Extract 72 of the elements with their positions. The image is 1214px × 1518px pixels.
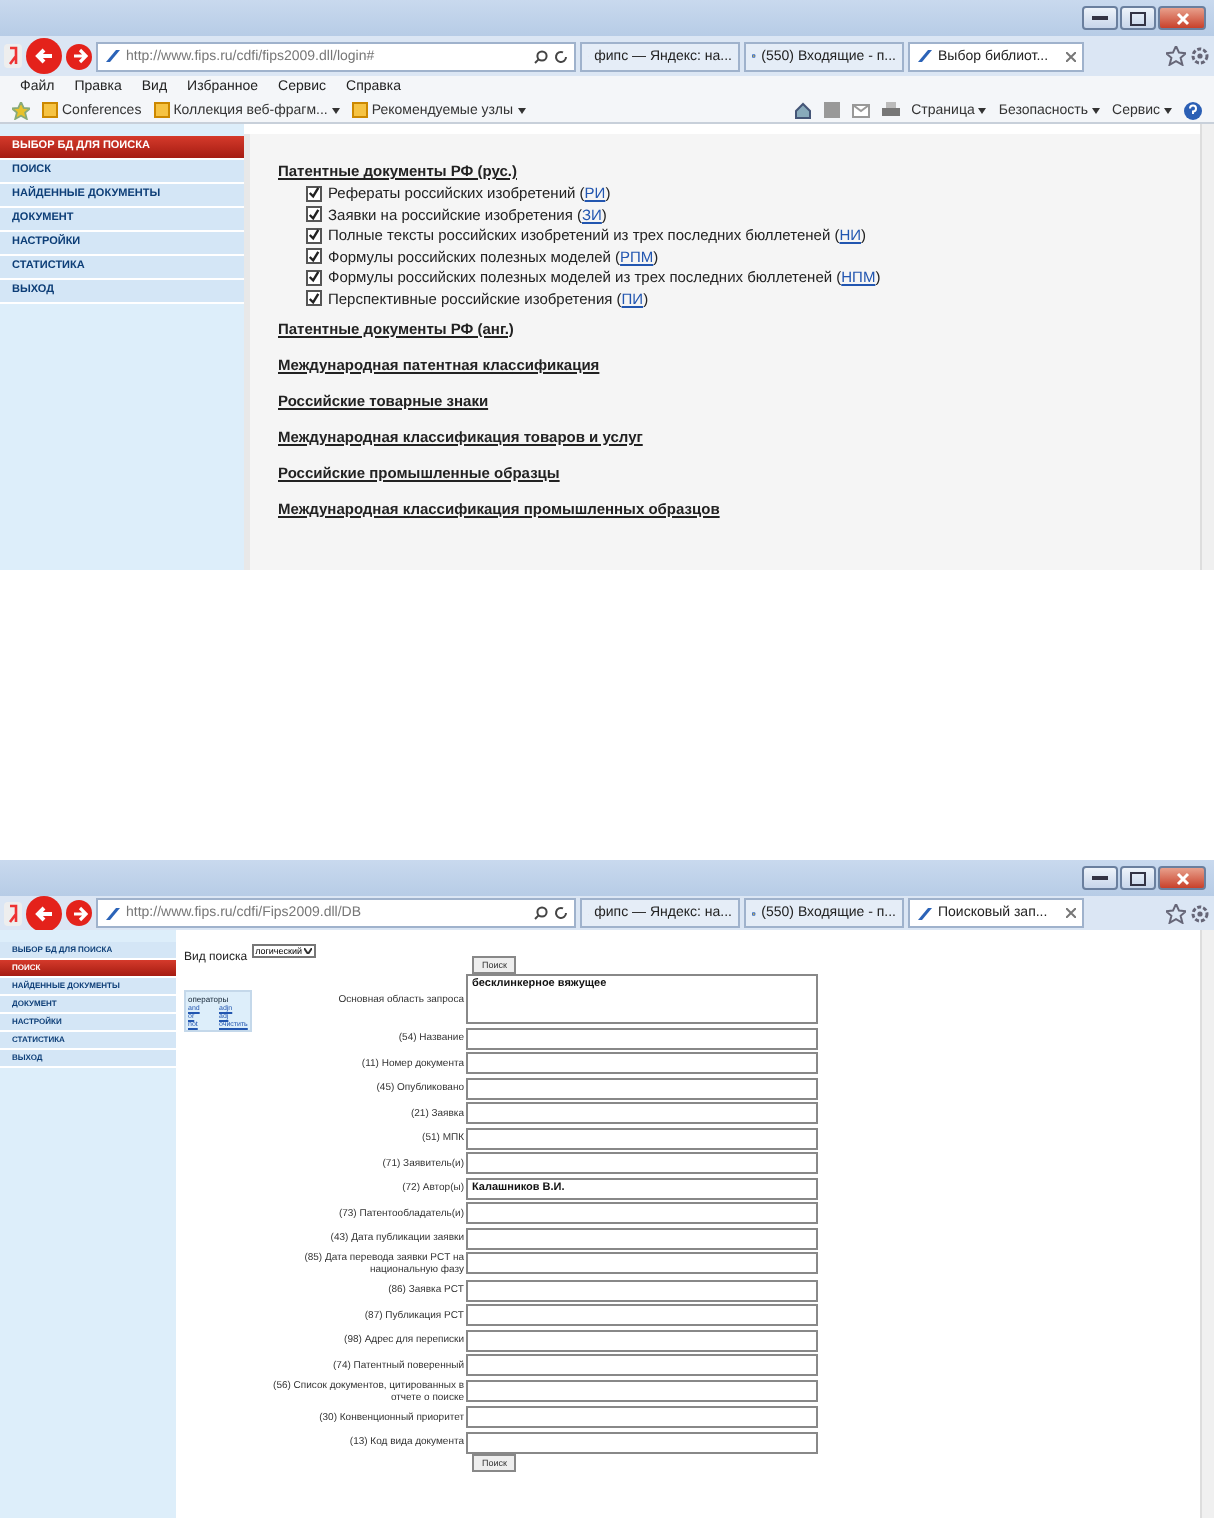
input-field[interactable] <box>466 1152 818 1174</box>
star-icon <box>1166 903 1186 923</box>
chevron-down-icon <box>304 948 312 955</box>
search-icon <box>534 906 548 920</box>
forward-button[interactable] <box>66 43 92 69</box>
forward-button[interactable] <box>66 900 92 926</box>
caret-icon <box>331 107 340 113</box>
bookmark-icon <box>351 102 368 118</box>
page-icon <box>104 905 120 921</box>
minimize-button[interactable] <box>1082 6 1118 30</box>
caret-icon <box>1164 107 1172 113</box>
input-field[interactable] <box>466 1329 818 1351</box>
input-field[interactable] <box>466 1027 818 1049</box>
input-field[interactable] <box>466 1227 818 1249</box>
input-field[interactable] <box>466 1202 818 1224</box>
caret-icon <box>517 107 526 113</box>
search-icon <box>534 49 548 63</box>
minimize-icon <box>1092 15 1108 21</box>
caret-icon <box>1092 107 1101 113</box>
checkbox[interactable] <box>306 248 322 264</box>
scrollbar[interactable] <box>1200 930 1214 1518</box>
checkbox[interactable] <box>306 290 322 306</box>
yandex-icon <box>4 44 22 68</box>
maximize-button[interactable] <box>1120 6 1156 30</box>
scrollbar[interactable] <box>1200 124 1214 570</box>
maximize-icon <box>1130 11 1146 25</box>
page-icon <box>916 48 932 64</box>
refresh-icon <box>554 906 568 920</box>
right-arrow-icon <box>71 905 87 921</box>
page-icon <box>104 48 120 64</box>
maximize-button[interactable] <box>1120 866 1156 890</box>
settings-icon <box>1190 903 1210 923</box>
checkbox[interactable] <box>306 206 322 222</box>
caret-icon <box>978 107 987 113</box>
input-field[interactable] <box>466 1052 818 1074</box>
close-button[interactable] <box>1158 866 1206 890</box>
input-field[interactable] <box>466 1127 818 1149</box>
close-icon <box>1175 871 1189 885</box>
input-field[interactable] <box>466 1406 818 1428</box>
checkbox[interactable] <box>306 269 322 285</box>
printer-icon <box>881 102 900 118</box>
refresh-icon <box>554 49 568 63</box>
minimize-icon <box>1092 875 1108 881</box>
feed-icon <box>823 102 840 118</box>
maximize-icon <box>1130 871 1146 885</box>
close-icon <box>1175 11 1189 25</box>
star-icon <box>12 101 30 119</box>
input-field[interactable] <box>466 1077 818 1099</box>
left-arrow-icon <box>34 46 54 66</box>
input-field[interactable] <box>466 1102 818 1124</box>
close-icon <box>1066 908 1076 918</box>
right-arrow-icon <box>71 48 87 64</box>
settings-icon <box>1190 46 1210 66</box>
input-field[interactable] <box>466 1354 818 1376</box>
back-button[interactable] <box>26 895 62 931</box>
minimize-button[interactable] <box>1082 866 1118 890</box>
close-button[interactable] <box>1158 6 1206 30</box>
checkbox[interactable] <box>306 227 322 243</box>
input-field[interactable] <box>466 1279 818 1301</box>
input-field[interactable] <box>466 1252 818 1274</box>
bookmark-icon <box>153 102 170 118</box>
left-arrow-icon <box>34 903 54 923</box>
close-icon <box>1066 51 1076 61</box>
bookmark-icon <box>42 102 58 118</box>
page-icon <box>916 905 932 921</box>
checkbox[interactable] <box>306 185 322 201</box>
input-field[interactable] <box>466 1304 818 1326</box>
yandex-icon <box>4 901 22 925</box>
input-field[interactable] <box>466 1431 818 1453</box>
star-icon <box>1166 46 1186 66</box>
back-button[interactable] <box>26 38 62 74</box>
input-field[interactable] <box>466 1379 818 1401</box>
